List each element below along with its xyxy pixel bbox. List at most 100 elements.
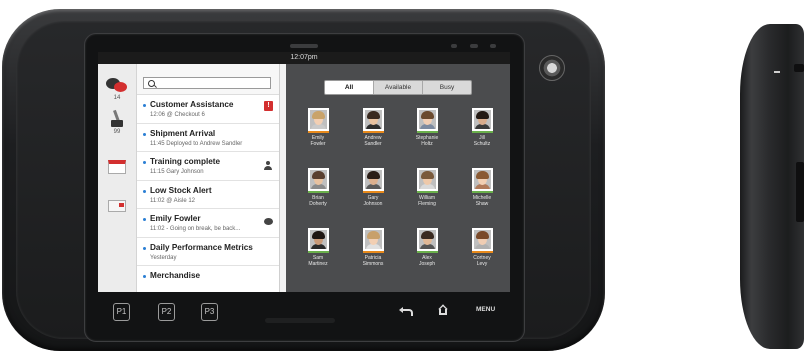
presence-indicator xyxy=(416,131,438,133)
unread-dot xyxy=(143,104,146,107)
side-indicator xyxy=(774,71,780,73)
calendar-icon xyxy=(108,160,126,174)
list-item[interactable]: Customer Assistance 12:06 @ Checkout 6 ! xyxy=(137,95,279,124)
contact-card[interactable]: Brian Doherty xyxy=(292,168,344,207)
list-item-title: Customer Assistance xyxy=(150,100,234,109)
presence-indicator xyxy=(416,191,438,193)
tablet-side-profile xyxy=(740,24,804,349)
unread-dot xyxy=(143,132,146,136)
contact-card[interactable]: Stephanie Holtz xyxy=(401,108,453,147)
search-bar xyxy=(137,64,279,95)
presence-indicator xyxy=(416,251,438,253)
contact-avatar xyxy=(307,168,329,191)
tab-all[interactable]: All xyxy=(325,81,374,94)
status-bar: 12:07pm xyxy=(98,52,510,64)
list-item-subtitle: 11:15 Gary Johnson xyxy=(150,169,204,175)
contact-avatar xyxy=(307,228,329,251)
p3-button[interactable]: P3 xyxy=(201,303,218,321)
list-item[interactable]: Emily Fowler 11:02 - Going on break, be … xyxy=(137,209,279,238)
list-item[interactable]: Training complete 11:15 Gary Johnson xyxy=(137,152,279,181)
contact-card[interactable]: Sam Martinez xyxy=(292,228,344,267)
list-item[interactable]: Low Stock Alert 11:02 @ Aisle 12 xyxy=(137,180,279,209)
contact-card[interactable]: Alex Joseph xyxy=(401,228,453,267)
camera-lens-icon xyxy=(539,55,565,81)
list-item-subtitle: 12:06 @ Checkout 6 xyxy=(150,112,205,118)
tool-icon xyxy=(110,110,124,128)
alert-badge: ! xyxy=(264,101,273,111)
search-input[interactable] xyxy=(158,78,266,88)
signal-icon xyxy=(490,44,496,48)
rail-item-calendar[interactable] xyxy=(98,160,136,174)
list-item[interactable]: Merchandise xyxy=(137,266,279,292)
contact-card[interactable]: Patricia Simmons xyxy=(347,228,399,267)
icon-rail: 14 99 xyxy=(98,64,137,292)
tasks-count: 99 xyxy=(113,129,121,135)
contact-last-name: Martinez xyxy=(308,261,328,267)
messages-count: 14 xyxy=(113,95,121,101)
contact-avatar xyxy=(307,108,329,131)
contact-last-name: Levy xyxy=(476,261,488,267)
presence-indicator xyxy=(471,191,493,193)
card-icon xyxy=(108,200,126,212)
contact-card[interactable]: Cortney Levy xyxy=(456,228,508,267)
search-box[interactable] xyxy=(143,77,271,89)
p2-button[interactable]: P2 xyxy=(158,303,175,321)
contact-avatar xyxy=(416,228,438,251)
contact-avatar xyxy=(416,168,438,191)
contact-card[interactable]: Emily Fowler xyxy=(292,108,344,147)
contact-avatar xyxy=(416,108,438,131)
contact-card[interactable]: Michelle Shaw xyxy=(456,168,508,207)
list-item-title: Merchandise xyxy=(150,271,201,280)
contact-card[interactable]: Andrew Sandler xyxy=(347,108,399,147)
contact-avatar xyxy=(471,228,493,251)
tab-busy[interactable]: Busy xyxy=(423,81,471,94)
search-icon xyxy=(148,80,155,87)
presence-indicator xyxy=(307,131,329,133)
contact-avatar xyxy=(362,168,384,191)
unread-dot xyxy=(143,246,146,250)
contact-last-name: Simmons xyxy=(362,261,384,267)
list-item-title: Daily Performance Metrics xyxy=(150,242,253,252)
contact-avatar xyxy=(471,108,493,131)
rail-item-messages[interactable]: 14 xyxy=(98,78,136,101)
person-icon xyxy=(264,161,272,171)
speaker-grille xyxy=(290,44,318,48)
p1-button[interactable]: P1 xyxy=(113,303,130,321)
back-arrow-icon[interactable] xyxy=(398,304,413,316)
status-time: 12:07pm xyxy=(290,54,318,61)
device-screen: 12:07pm 14 99 Customer Assistance 12:06 … xyxy=(98,52,510,292)
contact-card[interactable]: William Fleming xyxy=(401,168,453,207)
rail-item-tasks[interactable]: 99 xyxy=(98,110,136,135)
contacts-panel: All Available Busy Emily Fowler Andrew Sand… xyxy=(286,64,510,292)
contact-last-name: Schultz xyxy=(473,141,491,147)
unread-dot xyxy=(143,161,146,164)
list-item-title: Low Stock Alert xyxy=(150,185,212,195)
list-item-subtitle: 11:02 @ Aisle 12 xyxy=(150,197,196,204)
notification-list: Customer Assistance 12:06 @ Checkout 6 !… xyxy=(137,95,279,292)
side-port xyxy=(796,162,804,222)
tab-available[interactable]: Available xyxy=(374,81,423,94)
presence-indicator xyxy=(362,131,384,133)
contact-avatar xyxy=(471,168,493,191)
home-icon[interactable] xyxy=(437,303,449,315)
unread-dot xyxy=(143,218,146,221)
battery-icon xyxy=(470,44,478,48)
contact-last-name: Holtz xyxy=(421,141,433,147)
contact-avatar xyxy=(362,228,384,251)
list-item-title: Emily Fowler xyxy=(150,214,201,223)
list-item[interactable]: Shipment Arrival 11:45 Deployed to Andre… xyxy=(137,123,279,152)
contact-card[interactable]: Jill Schultz xyxy=(456,108,508,147)
unread-dot xyxy=(143,189,146,193)
notification-list-panel: Customer Assistance 12:06 @ Checkout 6 !… xyxy=(137,64,280,292)
menu-button[interactable]: MENU xyxy=(476,306,495,313)
presence-indicator xyxy=(471,251,493,253)
message-bubble-icon xyxy=(264,218,273,225)
list-item-subtitle: Yesterday xyxy=(150,254,177,261)
chat-icon xyxy=(106,78,128,94)
list-item-subtitle: 11:02 - Going on break, be back... xyxy=(150,226,241,232)
contact-last-name: Johnson xyxy=(363,201,383,207)
contact-avatar xyxy=(362,108,384,131)
contact-card[interactable]: Gary Johnson xyxy=(347,168,399,207)
rail-item-cards[interactable] xyxy=(98,200,136,212)
list-item[interactable]: Daily Performance Metrics Yesterday xyxy=(137,237,279,266)
